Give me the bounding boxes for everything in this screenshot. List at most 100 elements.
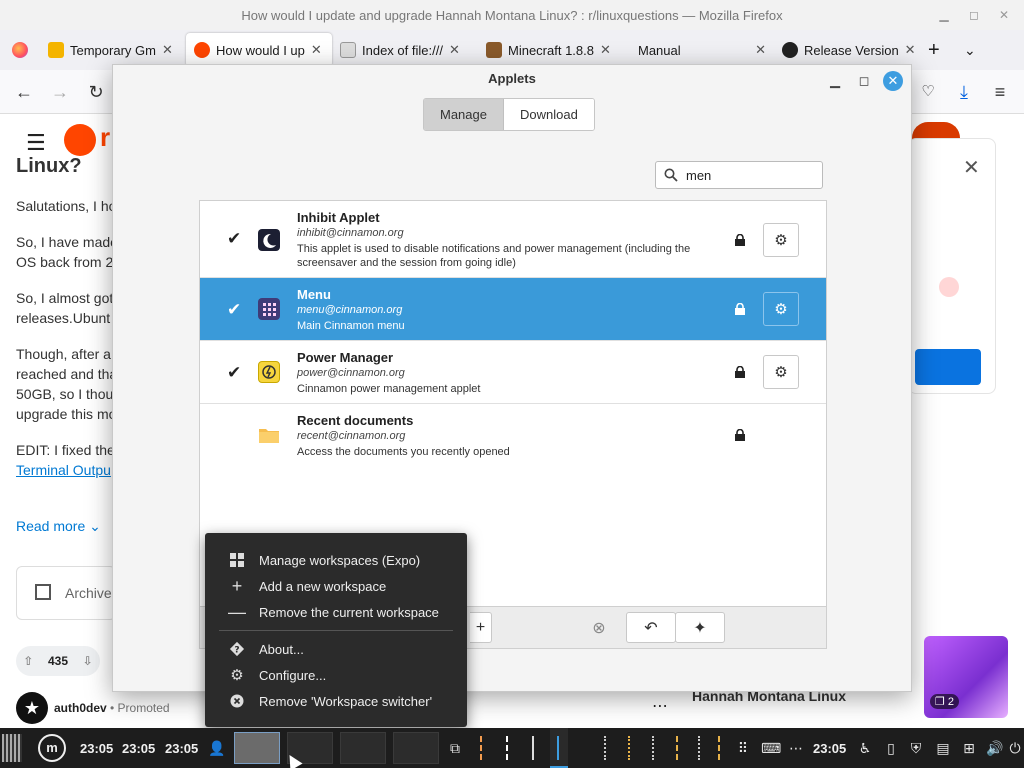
window-indicator-active[interactable] — [550, 728, 568, 768]
reddit-logo[interactable] — [64, 124, 96, 156]
workspace-3[interactable] — [340, 732, 386, 764]
user-icon[interactable]: 👤 — [208, 739, 226, 757]
configure-button[interactable]: ⚙ — [763, 355, 799, 389]
auth0-avatar[interactable]: ★ — [16, 692, 48, 724]
minimize-icon[interactable]: ▁ — [934, 5, 954, 25]
promoted-user[interactable]: auth0dev — [54, 701, 107, 715]
menu-icon[interactable]: ≡ — [988, 80, 1012, 104]
remove-icon — [229, 693, 245, 709]
tab-index-of-file[interactable]: Index of file:/// ✕ — [332, 33, 478, 67]
card-close-icon[interactable]: ✕ — [963, 155, 980, 180]
configure-button[interactable]: ⚙ — [763, 292, 799, 326]
clock-label[interactable]: 23:05 — [122, 728, 155, 768]
applet-row-inhibit[interactable]: ✔ Inhibit Applet inhibit@cinnamon.org Th… — [200, 201, 826, 278]
undo-icon[interactable]: ↶ — [626, 612, 676, 643]
window-list-icon[interactable]: ⧉ — [446, 739, 464, 757]
post-text: releases.Ubunt — [16, 310, 111, 326]
applet-description: Access the documents you recently opened — [297, 446, 510, 458]
close-icon[interactable]: ✕ — [994, 5, 1014, 25]
thumbnail-image[interactable]: ❐ 2 — [924, 636, 1008, 718]
forward-icon[interactable]: → — [48, 80, 72, 104]
tab-download[interactable]: Download — [503, 99, 594, 130]
window-indicator[interactable] — [718, 736, 732, 760]
volume-icon[interactable]: 🔊 — [986, 739, 1004, 757]
tab-manual[interactable]: Manual ✕ — [624, 33, 774, 67]
menu-item-remove-applet[interactable]: Remove 'Workspace switcher' — [205, 688, 467, 714]
search-input[interactable] — [686, 167, 806, 183]
card-button[interactable] — [915, 349, 981, 385]
applet-row-recent[interactable]: Recent documents recent@cinnamon.org Acc… — [200, 404, 826, 467]
accessibility-icon[interactable]: ♿ — [856, 739, 874, 757]
window-indicator[interactable] — [480, 736, 494, 760]
read-more-link[interactable]: Read more ⌄ — [16, 516, 101, 536]
configure-button[interactable]: ⚙ — [763, 223, 799, 257]
menu-item-remove-workspace[interactable]: — Remove the current workspace — [205, 599, 467, 625]
window-indicator[interactable] — [676, 736, 690, 760]
post-text: upgrade this mo — [16, 406, 117, 422]
clock-label[interactable]: 23:05 — [80, 728, 113, 768]
close-tab-icon[interactable]: ✕ — [755, 42, 766, 58]
mint-menu-icon[interactable]: m — [38, 734, 66, 762]
menu-item-about[interactable]: ? About... — [205, 636, 467, 662]
tab-release-version[interactable]: Release Version ✕ — [774, 33, 920, 67]
add-button[interactable]: + — [470, 612, 492, 643]
terminal-output-link[interactable]: Terminal Outpu — [16, 460, 111, 480]
window-indicator[interactable] — [652, 736, 666, 760]
remove-applet-icon[interactable]: ⊗ — [574, 612, 624, 643]
lock-icon — [735, 303, 745, 315]
downvote-icon[interactable]: ⇩ — [83, 654, 93, 668]
downloads-icon[interactable]: ⤓ — [952, 80, 976, 104]
tab-minecraft[interactable]: Minecraft 1.8.8 ✕ — [478, 33, 624, 67]
more-applets-icon[interactable]: ✦ — [675, 612, 725, 643]
menu-item-add-workspace[interactable]: + Add a new workspace — [205, 573, 467, 599]
firefox-view-button[interactable] — [4, 33, 40, 67]
tab-reddit-question[interactable]: How would I up ✕ — [186, 33, 332, 67]
promoted-label: Promoted — [117, 701, 170, 715]
clipboard-icon[interactable]: ▯ — [882, 739, 900, 757]
show-desktop-icon[interactable] — [2, 734, 22, 762]
network-icon[interactable]: ⊞ — [960, 739, 978, 757]
window-indicator[interactable] — [698, 736, 712, 760]
hamburger-icon[interactable]: ☰ — [26, 130, 46, 156]
new-tab-button[interactable]: + — [920, 33, 956, 67]
grid-apps-icon[interactable]: ⠿ — [734, 739, 752, 757]
tab-manage[interactable]: Manage — [424, 99, 504, 130]
menu-item-configure[interactable]: ⚙ Configure... — [205, 662, 467, 688]
more-options-icon[interactable]: ⋯ — [652, 696, 668, 716]
window-indicator[interactable] — [604, 736, 618, 760]
grid-icon — [229, 552, 245, 568]
close-tab-icon[interactable]: ✕ — [905, 42, 916, 58]
window-indicator[interactable] — [506, 736, 520, 760]
post-text: Salutations, I ho — [16, 198, 117, 214]
maximize-icon[interactable]: ◻ — [964, 5, 984, 25]
upvote-icon[interactable]: ⇧ — [23, 654, 33, 668]
shield-icon[interactable]: ⛨ — [907, 739, 925, 757]
minimize-icon[interactable]: ▁ — [825, 71, 845, 91]
maximize-icon[interactable]: ◻ — [854, 71, 874, 91]
applet-name: Inhibit Applet — [297, 210, 380, 225]
tab-temporary-gmail[interactable]: Temporary Gm ✕ — [40, 33, 186, 67]
notes-icon[interactable]: ▤ — [934, 739, 952, 757]
list-all-tabs-icon[interactable]: ⌄ — [956, 33, 992, 67]
power-icon — [258, 361, 280, 383]
back-icon[interactable]: ← — [12, 80, 36, 104]
close-tab-icon[interactable]: ✕ — [162, 42, 173, 58]
power-menu-icon[interactable]: ⏻ — [1006, 739, 1024, 757]
close-icon[interactable]: ✕ — [883, 71, 903, 91]
applet-row-menu[interactable]: ✔ Menu menu@cinnamon.org Main Cinnamon m… — [200, 278, 826, 341]
close-tab-icon[interactable]: ✕ — [600, 42, 611, 58]
window-indicator[interactable] — [532, 736, 546, 760]
close-tab-icon[interactable]: ✕ — [449, 42, 460, 58]
window-indicator[interactable] — [628, 736, 642, 760]
menu-item-manage-workspaces[interactable]: Manage workspaces (Expo) — [205, 547, 467, 573]
clock-label[interactable]: 23:05 — [165, 728, 198, 768]
workspace-1[interactable] — [234, 732, 280, 764]
more-icon[interactable]: ⋯ — [787, 739, 805, 757]
tray-clock[interactable]: 23:05 — [813, 728, 846, 768]
applet-row-power[interactable]: ✔ Power Manager power@cinnamon.org Cinna… — [200, 341, 826, 404]
pocket-icon[interactable]: ♡ — [916, 80, 940, 104]
reload-icon[interactable]: ↻ — [84, 80, 108, 104]
keyboard-icon[interactable]: ⌨ — [761, 739, 781, 757]
close-tab-icon[interactable]: ✕ — [311, 42, 322, 58]
workspace-4[interactable] — [393, 732, 439, 764]
